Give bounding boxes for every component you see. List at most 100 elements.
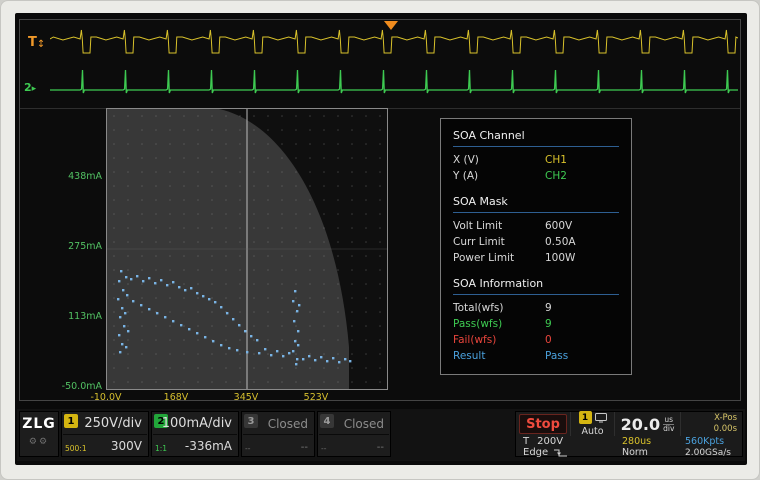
timebase-value: 20.0 <box>621 415 660 434</box>
soa-row-label: Y (A) <box>453 168 545 184</box>
channel1-probe: 500:1 <box>65 444 87 453</box>
soa-panel: SOA Channel X (V)CH1 Y (A)CH2 SOA Mask V… <box>440 118 632 375</box>
x-axis-tick: -10.0V <box>76 392 136 403</box>
soa-row-value: CH2 <box>545 168 567 184</box>
soa-row: Total(wfs)9 <box>453 300 619 316</box>
ch2-marker-arrow-icon: ▸ <box>32 84 37 94</box>
channel2-probe: 1:1 <box>155 444 167 453</box>
soa-row-value: CH1 <box>545 152 567 168</box>
soa-row-value: 600V <box>545 218 572 234</box>
trigger-type-block[interactable]: Edge <box>516 447 570 458</box>
channel4-probe: -- <box>321 444 326 453</box>
channel3-probe: -- <box>245 444 250 453</box>
soa-row: Power Limit100W <box>453 250 619 266</box>
timebase-block[interactable]: 20.0 usdiv <box>614 412 680 436</box>
soa-section-title: SOA Mask <box>453 193 619 213</box>
channel2-scale: 100mA/div <box>162 416 232 431</box>
soa-row: Y (A)CH2 <box>453 168 619 184</box>
channel1-badge: 1 <box>64 414 78 428</box>
soa-mask-section: SOA Mask Volt Limit600V Curr Limit0.50A … <box>453 193 619 266</box>
soa-row: Pass(wfs)9 <box>453 316 619 332</box>
channel3-state: Closed <box>268 417 308 431</box>
trigger-source-block[interactable]: 1 Auto <box>570 412 614 436</box>
soa-row: Volt Limit600V <box>453 218 619 234</box>
trigger-delay: 280us <box>614 436 680 447</box>
soa-row-label: Volt Limit <box>453 218 545 234</box>
trigger-level-value: 200V <box>537 436 563 447</box>
gear-icon[interactable]: ⚙ <box>39 437 49 447</box>
x-axis-tick: 168V <box>146 392 206 403</box>
soa-information-section: SOA Information Total(wfs)9 Pass(wfs)9 F… <box>453 275 619 364</box>
scope-screen: T↕ 2▸ 438mA 275mA 113mA -50.0mA -10.0V 1… <box>15 13 747 465</box>
channel2-block[interactable]: 2 100mA/div 1:1-336mA <box>151 411 239 457</box>
soa-row-label: Pass(wfs) <box>453 316 545 332</box>
brand-logo: ZLG <box>20 416 58 432</box>
y-axis-tick: 275mA <box>38 241 102 252</box>
soa-row-value: 9 <box>545 316 552 332</box>
ch2-marker-label: 2 <box>24 81 32 94</box>
soa-row-label: Result <box>453 348 545 364</box>
trigger-position-marker[interactable] <box>384 21 398 30</box>
channel4-offset: -- <box>377 442 384 453</box>
channel1-block[interactable]: 1 250V/div 500:1 300V <box>61 411 149 457</box>
soa-channel-section: SOA Channel X (V)CH1 Y (A)CH2 <box>453 127 619 184</box>
soa-row-value: 0 <box>545 332 552 348</box>
soa-section-title: SOA Channel <box>453 127 619 147</box>
channel2-offset: -336mA <box>185 439 232 453</box>
y-axis-tick: 113mA <box>38 311 102 322</box>
channel3-block[interactable]: 3 Closed -- -- <box>241 411 315 457</box>
brand-block: ZLG ⚙⚙ <box>19 411 59 457</box>
timebase-unit-bottom: div <box>663 425 674 433</box>
memory-depth: 560Kpts <box>680 436 742 447</box>
x-position-label: X-Pos <box>714 413 737 424</box>
bar-spacer <box>393 411 513 459</box>
x-position-block[interactable]: X-Pos 0.00s <box>680 412 742 436</box>
soa-row-label: Fail(wfs) <box>453 332 545 348</box>
soa-xy-plot <box>106 108 388 390</box>
sweep-mode: Norm <box>614 447 680 458</box>
channel1-offset: 300V <box>111 439 142 453</box>
soa-row: Curr Limit0.50A <box>453 234 619 250</box>
trigger-source-badge: 1 <box>579 411 592 424</box>
trigger-mode: Auto <box>581 426 603 437</box>
sample-rate: 2.00GSa/s <box>680 447 742 458</box>
trigger-level-block[interactable]: T 200V <box>516 436 570 447</box>
x-position-value: 0.00s <box>714 424 737 435</box>
soa-row-label: X (V) <box>453 152 545 168</box>
acquisition-status: Stop 1 Auto 20.0 usdiv X-Pos 0.00s <box>515 411 743 457</box>
bottom-bar: ZLG ⚙⚙ 1 250V/div 500:1300V 2 100mA/div … <box>17 409 745 461</box>
soa-row-value: 9 <box>545 300 552 316</box>
channel1-scale: 250V/div <box>84 416 142 431</box>
channel3-offset: -- <box>301 442 308 453</box>
trigger-t-label: T <box>28 35 37 50</box>
x-axis-tick: 345V <box>216 392 276 403</box>
soa-row-label: Power Limit <box>453 250 545 266</box>
channel4-badge: 4 <box>320 414 334 428</box>
waveform-strip <box>50 26 738 106</box>
soa-row: X (V)CH1 <box>453 152 619 168</box>
y-axis-tick: -50.0mA <box>38 381 102 392</box>
soa-row: Fail(wfs)0 <box>453 332 619 348</box>
ch2-position-marker[interactable]: 2▸ <box>24 82 36 94</box>
soa-row-value: Pass <box>545 348 568 364</box>
display-area: T↕ 2▸ 438mA 275mA 113mA -50.0mA -10.0V 1… <box>19 19 741 401</box>
soa-section-title: SOA Information <box>453 275 619 295</box>
channel4-state: Closed <box>344 417 384 431</box>
trigger-level-label: T <box>523 436 529 447</box>
display-icon <box>595 413 607 423</box>
soa-row-value: 0.50A <box>545 234 576 250</box>
trigger-level-marker[interactable]: T↕ <box>28 36 45 50</box>
device-frame: T↕ 2▸ 438mA 275mA 113mA -50.0mA -10.0V 1… <box>0 0 760 480</box>
run-state-button[interactable]: Stop <box>519 414 567 434</box>
ch2-waveform <box>50 70 738 93</box>
falling-edge-icon <box>553 448 568 458</box>
x-axis-tick: 523V <box>286 392 346 403</box>
channel4-block[interactable]: 4 Closed -- -- <box>317 411 391 457</box>
soa-row-label: Curr Limit <box>453 234 545 250</box>
gear-icon[interactable]: ⚙ <box>29 437 39 447</box>
trigger-arrows-icon: ↕ <box>37 39 45 50</box>
soa-row-value: 100W <box>545 250 575 266</box>
channel3-badge: 3 <box>244 414 258 428</box>
ch1-waveform <box>50 30 738 53</box>
timebase-unit: usdiv <box>663 416 674 433</box>
